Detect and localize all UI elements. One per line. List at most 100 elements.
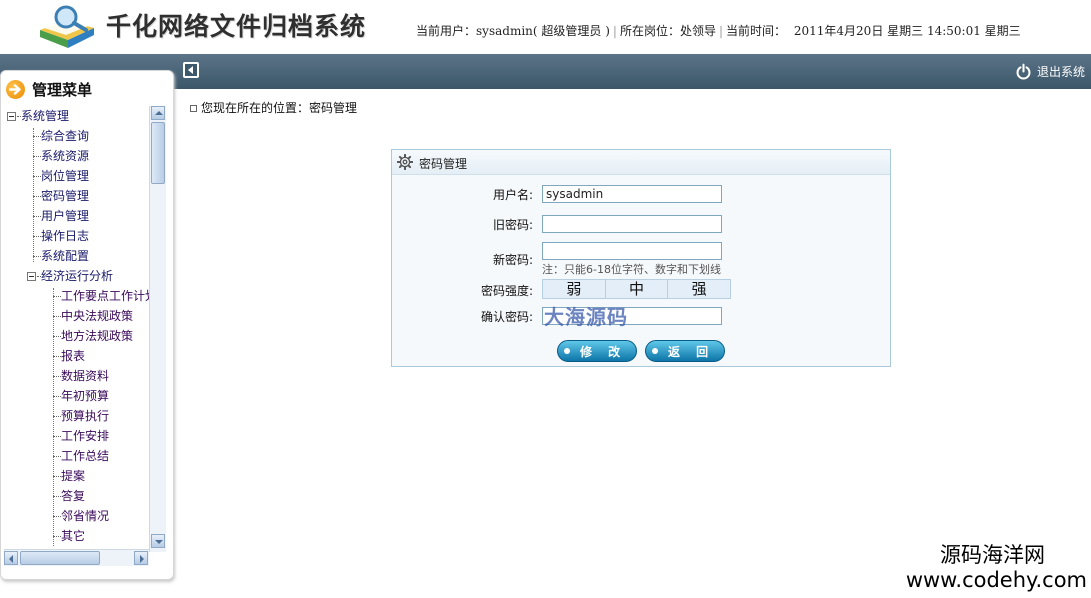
menu-item-neighbor-provinces[interactable]: 邻省情况 <box>53 508 109 524</box>
arrow-right-icon <box>140 555 144 563</box>
menu-item-label: 综合查询 <box>41 129 90 143</box>
breadcrumb: 您现在所在的位置：密码管理 <box>190 99 357 116</box>
menu-item-label: 数据资料 <box>61 369 110 383</box>
menu-item-position-management[interactable]: 岗位管理 <box>33 168 89 184</box>
menu-item-comprehensive-query[interactable]: 综合查询 <box>33 128 89 144</box>
menu-item-data[interactable]: 数据资料 <box>53 368 109 384</box>
user-role: ( 超级管理员 ) <box>532 24 610 38</box>
arrow-right-circle-icon <box>6 80 25 99</box>
menu-item-label: 工作要点工作计划 <box>61 289 149 303</box>
modify-button-label: 修 改 <box>580 344 627 359</box>
watermark-site-url: www.codehy.com <box>905 568 1087 592</box>
menu-item-label: 系统配置 <box>41 249 90 263</box>
scroll-right-button[interactable] <box>134 551 148 565</box>
menu-item-label: 其它 <box>61 529 86 543</box>
breadcrumb-text: 您现在所在的位置：密码管理 <box>201 101 358 115</box>
menu-item-system-resources[interactable]: 系统资源 <box>33 148 89 164</box>
strength-weak: 弱 <box>543 280 606 298</box>
arrow-left-icon <box>188 66 193 74</box>
horizontal-scrollbar[interactable] <box>4 549 149 566</box>
arrow-up-icon <box>155 111 163 115</box>
back-button-label: 返 回 <box>668 344 715 359</box>
menu-item-replies[interactable]: 答复 <box>53 488 85 504</box>
username-field[interactable] <box>542 185 722 203</box>
vertical-scrollbar[interactable] <box>149 106 166 552</box>
username-label: 用户名: <box>492 188 533 202</box>
bullet-icon <box>652 348 658 354</box>
confirm-password-label: 确认密码: <box>480 310 533 324</box>
vertical-scroll-thumb[interactable] <box>151 122 165 184</box>
bullet-icon <box>564 348 570 354</box>
user-info: 当前用户：sysadmin( 超级管理员 ) | 所在岗位：处领导 | 当前时间： 20… <box>416 22 1021 39</box>
tree-node-label: 经济运行分析 <box>41 269 114 283</box>
menu-item-label: 中央法规政策 <box>61 309 134 323</box>
scroll-down-button[interactable] <box>151 534 165 548</box>
menu-item-user-management[interactable]: 用户管理 <box>33 208 89 224</box>
strength-strong: 强 <box>668 280 731 298</box>
menu-item-label: 用户管理 <box>41 209 90 223</box>
tree-node-label: 系统管理 <box>21 109 70 123</box>
menu-item-system-config[interactable]: 系统配置 <box>33 248 89 264</box>
position-value: 处领导 <box>679 24 716 38</box>
tree-node-economic-analysis[interactable]: 经济运行分析 <box>27 268 113 284</box>
old-password-field[interactable] <box>542 215 722 233</box>
watermark-site-name: 源码海洋网 <box>940 543 1045 567</box>
back-button[interactable]: 返 回 <box>645 340 725 362</box>
current-datetime: 2011年4月20日 星期三 14:50:01 星期三 <box>793 24 1021 38</box>
collapse-toggle-icon[interactable] <box>7 112 16 121</box>
menu-item-label: 预算执行 <box>61 409 110 423</box>
strength-medium: 中 <box>605 280 669 298</box>
menu-item-proposals[interactable]: 提案 <box>53 468 85 484</box>
menu-item-label-selected: 密码管理 <box>41 189 90 203</box>
menu-item-reports[interactable]: 报表 <box>53 348 85 364</box>
watermark-text: 大海源码 <box>544 305 628 329</box>
position-label: 所在岗位： <box>619 24 680 38</box>
site-watermark: 源码海洋网 www.codehy.com <box>906 542 1087 592</box>
sidebar: 管理菜单 系统管理 综合查询 系统资源 岗位管理 密码管理 用户管理 操作日志 … <box>0 70 174 580</box>
horizontal-scroll-thumb[interactable] <box>20 551 100 565</box>
current-user: sysadmin <box>476 24 533 38</box>
password-rule-note: 注：只能6-18位字符、数字和下划线 <box>542 263 721 276</box>
collapse-sidebar-button[interactable] <box>183 62 199 78</box>
logout-button[interactable]: 退出系统 <box>1015 63 1085 80</box>
menu-item-other[interactable]: 其它 <box>53 528 85 544</box>
scroll-up-button[interactable] <box>151 106 165 120</box>
collapse-toggle-icon[interactable] <box>27 272 36 281</box>
app-title: 千化网络文件归档系统 <box>106 12 367 41</box>
menu-item-initial-budget[interactable]: 年初预算 <box>53 388 109 404</box>
tree-node-system-management[interactable]: 系统管理 <box>7 108 69 124</box>
password-management-panel: 密码管理 用户名: 旧密码: 新密码: 注：只能6-18位字符、数字和下划线 密… <box>391 149 891 367</box>
menu-item-label: 提案 <box>61 469 86 483</box>
time-label: 当前时间： <box>726 24 787 38</box>
panel-title: 密码管理 <box>419 157 468 171</box>
menu-item-label: 邻省情况 <box>61 509 110 523</box>
password-strength-meter: 弱 中 强 <box>542 279 731 299</box>
menu-item-work-plan[interactable]: 工作要点工作计划 <box>53 288 149 304</box>
menu-title: 管理菜单 <box>32 81 93 99</box>
menu-item-work-arrangement[interactable]: 工作安排 <box>53 428 109 444</box>
menu-item-label: 年初预算 <box>61 389 110 403</box>
new-password-field[interactable] <box>542 242 722 260</box>
header: 千化网络文件归档系统 当前用户：sysadmin( 超级管理员 ) | 所在岗位：处… <box>0 0 1091 54</box>
menu-tree: 系统管理 综合查询 系统资源 岗位管理 密码管理 用户管理 操作日志 系统配置 … <box>7 106 149 546</box>
current-user-label: 当前用户： <box>416 24 477 38</box>
gear-icon <box>397 154 413 170</box>
menu-item-label: 答复 <box>61 489 86 503</box>
folder-magnifier-logo-icon <box>40 5 94 48</box>
new-password-label: 新密码: <box>492 253 533 267</box>
menu-item-central-regulations[interactable]: 中央法规政策 <box>53 308 133 324</box>
arrow-left-icon <box>9 555 13 563</box>
menu-item-local-regulations[interactable]: 地方法规政策 <box>53 328 133 344</box>
panel-header: 密码管理 <box>392 150 890 175</box>
modify-button[interactable]: 修 改 <box>557 340 637 362</box>
scroll-left-button[interactable] <box>4 551 18 565</box>
menu-item-operation-log[interactable]: 操作日志 <box>33 228 89 244</box>
menu-item-label: 岗位管理 <box>41 169 90 183</box>
menu-item-work-summary[interactable]: 工作总结 <box>53 448 109 464</box>
menu-item-label: 工作总结 <box>61 449 110 463</box>
arrow-down-icon <box>155 540 163 544</box>
logout-label: 退出系统 <box>1036 65 1085 79</box>
menu-item-budget-execution[interactable]: 预算执行 <box>53 408 109 424</box>
password-form: 用户名: 旧密码: 新密码: 注：只能6-18位字符、数字和下划线 密码强度: … <box>392 175 890 366</box>
menu-item-password-management[interactable]: 密码管理 <box>33 188 89 204</box>
